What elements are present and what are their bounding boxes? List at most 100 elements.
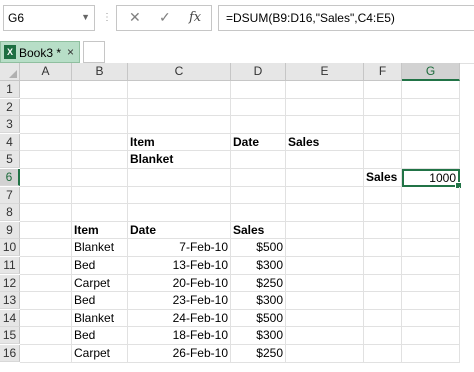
cell-d3[interactable]: [231, 116, 286, 134]
cell-d8[interactable]: [231, 204, 286, 222]
cell-a11[interactable]: [20, 257, 72, 275]
cell-g12[interactable]: [402, 274, 460, 293]
cell-a4[interactable]: [20, 133, 72, 152]
cell-d11[interactable]: $300: [231, 257, 286, 275]
cancel-icon[interactable]: ✕: [129, 9, 141, 26]
column-header-d[interactable]: D: [231, 63, 286, 81]
cell-a16[interactable]: [20, 345, 72, 363]
cell-e4[interactable]: Sales: [286, 133, 364, 152]
cell-f14[interactable]: [364, 309, 402, 328]
column-header-e[interactable]: E: [286, 63, 364, 81]
cell-a7[interactable]: [20, 186, 72, 205]
cell-e13[interactable]: [286, 292, 364, 310]
cell-b4[interactable]: [72, 133, 128, 152]
row-header-15[interactable]: 15: [0, 327, 20, 345]
cell-b1[interactable]: [72, 81, 128, 99]
cell-f7[interactable]: [364, 186, 402, 205]
new-tab-button[interactable]: [83, 41, 105, 63]
cell-f9[interactable]: [364, 221, 402, 240]
cell-b13[interactable]: Bed: [72, 292, 128, 310]
cell-g6[interactable]: 1000: [402, 169, 462, 189]
cell-g10[interactable]: [402, 239, 460, 257]
cell-a2[interactable]: [20, 98, 72, 117]
cell-e11[interactable]: [286, 257, 364, 275]
row-header-1[interactable]: 1: [0, 81, 20, 98]
cell-f2[interactable]: [364, 98, 402, 117]
cell-f11[interactable]: [364, 257, 402, 275]
cell-c5[interactable]: Blanket: [128, 151, 231, 169]
cell-a14[interactable]: [20, 309, 72, 328]
cell-d4[interactable]: Date: [231, 133, 286, 152]
cell-g16[interactable]: [402, 345, 460, 363]
row-header-11[interactable]: 11: [0, 257, 20, 274]
cell-g2[interactable]: [402, 98, 460, 117]
cell-f15[interactable]: [364, 327, 402, 345]
cell-f6[interactable]: Sales: [364, 169, 402, 187]
cell-g13[interactable]: [402, 292, 460, 310]
cell-e5[interactable]: [286, 151, 364, 169]
cell-f13[interactable]: [364, 292, 402, 310]
cell-c12[interactable]: 20-Feb-10: [128, 274, 231, 293]
row-header-10[interactable]: 10: [0, 239, 20, 257]
workbook-tab[interactable]: X Book3 * ×: [0, 41, 80, 63]
cell-f8[interactable]: [364, 204, 402, 222]
cell-a9[interactable]: [20, 221, 72, 240]
row-header-9[interactable]: 9: [0, 221, 20, 239]
cell-e8[interactable]: [286, 204, 364, 222]
cell-c3[interactable]: [128, 116, 231, 134]
cell-e6[interactable]: [286, 169, 364, 187]
cell-e15[interactable]: [286, 327, 364, 345]
cell-c2[interactable]: [128, 98, 231, 117]
cell-a1[interactable]: [20, 81, 72, 99]
cell-c4[interactable]: Item: [128, 133, 231, 152]
cell-d13[interactable]: $300: [231, 292, 286, 310]
cell-d12[interactable]: $250: [231, 274, 286, 293]
cell-f5[interactable]: [364, 151, 402, 169]
row-header-16[interactable]: 16: [0, 345, 20, 362]
cell-a5[interactable]: [20, 151, 72, 169]
cell-f1[interactable]: [364, 81, 402, 99]
cell-c10[interactable]: 7-Feb-10: [128, 239, 231, 257]
cell-b16[interactable]: Carpet: [72, 345, 128, 363]
row-header-5[interactable]: 5: [0, 151, 20, 169]
cell-b8[interactable]: [72, 204, 128, 222]
cell-f3[interactable]: [364, 116, 402, 134]
cell-b12[interactable]: Carpet: [72, 274, 128, 293]
cell-e14[interactable]: [286, 309, 364, 328]
cell-d5[interactable]: [231, 151, 286, 169]
name-box[interactable]: G6 ▼: [3, 5, 95, 31]
cell-c16[interactable]: 26-Feb-10: [128, 345, 231, 363]
column-header-a[interactable]: A: [20, 63, 72, 81]
cell-g5[interactable]: [402, 151, 460, 169]
cell-c7[interactable]: [128, 186, 231, 205]
cell-e16[interactable]: [286, 345, 364, 363]
cell-d6[interactable]: [231, 169, 286, 187]
row-header-14[interactable]: 14: [0, 309, 20, 327]
row-header-3[interactable]: 3: [0, 116, 20, 134]
cell-d9[interactable]: Sales: [231, 221, 286, 240]
cell-a3[interactable]: [20, 116, 72, 134]
cell-c1[interactable]: [128, 81, 231, 99]
cell-d15[interactable]: $300: [231, 327, 286, 345]
formula-input[interactable]: =DSUM(B9:D16,"Sales",C4:E5): [218, 5, 474, 31]
cell-b11[interactable]: Bed: [72, 257, 128, 275]
cell-b9[interactable]: Item: [72, 221, 128, 240]
cell-c11[interactable]: 13-Feb-10: [128, 257, 231, 275]
cell-g3[interactable]: [402, 116, 460, 134]
cell-g8[interactable]: [402, 204, 460, 222]
cell-e9[interactable]: [286, 221, 364, 240]
cell-g4[interactable]: [402, 133, 460, 152]
row-header-6[interactable]: 6: [0, 169, 20, 186]
cell-a8[interactable]: [20, 204, 72, 222]
cell-e1[interactable]: [286, 81, 364, 99]
cell-c14[interactable]: 24-Feb-10: [128, 309, 231, 328]
cell-e10[interactable]: [286, 239, 364, 257]
cell-d2[interactable]: [231, 98, 286, 117]
select-all-corner[interactable]: [0, 63, 20, 81]
cell-f16[interactable]: [364, 345, 402, 363]
cell-c8[interactable]: [128, 204, 231, 222]
row-header-7[interactable]: 7: [0, 186, 20, 204]
cell-b5[interactable]: [72, 151, 128, 169]
cell-b7[interactable]: [72, 186, 128, 205]
cell-d16[interactable]: $250: [231, 345, 286, 363]
